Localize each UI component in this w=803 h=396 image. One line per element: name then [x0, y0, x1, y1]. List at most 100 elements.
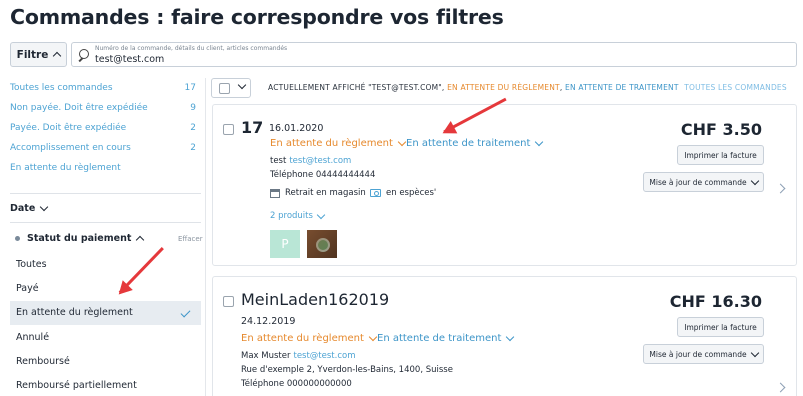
processing-status-dropdown[interactable]: En attente de traitement — [377, 332, 515, 344]
active-filter-payment[interactable]: EN ATTENTE DU RÈGLEMENT — [447, 83, 560, 92]
payment-status-toggle[interactable]: Statut du paiement — [15, 233, 145, 245]
chevron-up-icon — [136, 235, 145, 245]
customer-name: Max Muster — [241, 351, 291, 361]
chevron-right-icon[interactable] — [775, 382, 786, 393]
payment-option-label: En attente du règlement — [16, 307, 133, 318]
chevron-right-icon[interactable] — [775, 183, 786, 194]
chevron-down-icon — [40, 202, 49, 212]
active-filters-comma: , — [559, 83, 563, 92]
chevron-down-icon — [506, 332, 515, 342]
update-order-label: Mise à jour de commande — [649, 177, 747, 187]
chevron-down-icon — [316, 210, 326, 219]
panel-divider — [205, 78, 206, 396]
order-card: MeinLaden162019 24.12.2019 En attente du… — [212, 276, 797, 396]
chevron-down-icon — [368, 332, 378, 342]
sidebar-divider — [10, 193, 201, 194]
sidebar-item-all-orders[interactable]: Toutes les commandes 17 — [10, 83, 196, 97]
shipping-method-label: Retrait en magasin — [285, 188, 366, 198]
customer-name: test — [270, 156, 287, 166]
order-number[interactable]: MeinLaden162019 — [241, 290, 389, 309]
update-order-button[interactable]: Mise à jour de commande — [643, 172, 764, 192]
payment-status-dropdown[interactable]: En attente du règlement — [270, 137, 407, 149]
chevron-up-icon — [53, 51, 62, 61]
active-filters-prefix: ACTUELLEMENT AFFICHÉ "TEST@TEST.COM", — [268, 83, 445, 92]
print-invoice-button[interactable]: Imprimer la facture — [677, 145, 764, 165]
chevron-down-icon — [397, 137, 407, 147]
page-title: Commandes : faire correspondre vos filtr… — [10, 5, 504, 29]
sidebar-divider — [10, 222, 201, 223]
payment-status-label: Statut du paiement — [27, 233, 132, 244]
customer-phone: Téléphone 000000000000 — [241, 379, 352, 389]
chevron-down-icon — [535, 137, 544, 147]
payment-status-value: En attente du règlement — [241, 333, 364, 344]
sidebar-item-count: 2 — [190, 123, 196, 133]
payment-method: en espèces' — [370, 188, 436, 198]
customer-email-link[interactable]: test@test.com — [289, 156, 351, 166]
store-icon — [270, 188, 280, 198]
order-total: CHF 16.30 — [669, 292, 762, 311]
filter-toggle-button[interactable]: Filtre — [10, 42, 67, 67]
payment-option-all[interactable]: Toutes — [10, 253, 201, 277]
payment-option-refunded[interactable]: Remboursé — [10, 350, 201, 374]
processing-status-dropdown[interactable]: En attente de traitement — [406, 137, 544, 149]
customer-line: Max Muster test@test.com — [241, 351, 356, 361]
sidebar-item-paid-to-ship[interactable]: Payée. Doit être expédiée 2 — [10, 123, 196, 137]
check-icon — [180, 307, 191, 318]
search-input[interactable]: test@test.com — [95, 54, 164, 65]
sidebar-item-unpaid-to-ship[interactable]: Non payée. Doit être expédiée 9 — [10, 103, 196, 117]
update-order-label: Mise à jour de commande — [649, 349, 747, 359]
sidebar-item-fulfillment-in-progress[interactable]: Accomplissement en cours 2 — [10, 143, 196, 157]
customer-email-link[interactable]: test@test.com — [293, 351, 355, 361]
sidebar-item-label: Toutes les commandes — [10, 83, 113, 93]
sidebar-item-count: 2 — [190, 143, 196, 153]
order-date: 16.01.2020 — [269, 123, 324, 134]
product-thumbnail-placeholder[interactable]: P — [270, 230, 300, 258]
select-all-checkbox[interactable] — [219, 83, 230, 94]
payment-option-partially-refunded[interactable]: Remboursé partiellement — [10, 374, 201, 396]
sidebar-item-label: Payée. Doit être expédiée — [10, 123, 127, 133]
sidebar-item-label: Accomplissement en cours — [10, 143, 131, 153]
search-field[interactable]: Numéro de la commande, détails du client… — [71, 42, 797, 67]
order-card: 17 16.01.2020 En attente du règlement En… — [212, 104, 797, 266]
payment-status-dropdown[interactable]: En attente du règlement — [241, 332, 378, 344]
payment-option-cancelled[interactable]: Annulé — [10, 326, 201, 350]
active-filter-dot-icon — [15, 236, 20, 241]
search-placeholder: Numéro de la commande, détails du client… — [95, 45, 288, 52]
active-filters-bar: ACTUELLEMENT AFFICHÉ "TEST@TEST.COM", EN… — [268, 83, 787, 92]
shipping-method: Retrait en magasin — [270, 188, 366, 198]
clear-filter-link[interactable]: Effacer — [178, 235, 203, 243]
customer-address: Rue d'exemple 2, Yverdon-les-Bains, 1400… — [241, 365, 453, 375]
sidebar-item-count: 17 — [184, 83, 196, 93]
order-total: CHF 3.50 — [680, 120, 762, 139]
product-thumbnail-image[interactable] — [307, 230, 337, 258]
active-filter-processing[interactable]: EN ATTENTE DE TRAITEMENT — [565, 83, 679, 92]
customer-line: test test@test.com — [270, 156, 351, 166]
cash-icon — [370, 189, 381, 197]
date-filter-label: Date — [10, 203, 36, 214]
date-filter-toggle[interactable]: Date — [10, 202, 49, 214]
products-toggle[interactable]: 2 produits — [270, 210, 326, 221]
sidebar-item-awaiting-payment[interactable]: En attente du règlement — [10, 163, 196, 177]
search-icon — [79, 49, 89, 59]
sidebar-item-label: Non payée. Doit être expédiée — [10, 103, 148, 113]
processing-status-value: En attente de traitement — [377, 333, 502, 344]
bulk-select-dropdown[interactable] — [211, 78, 251, 98]
order-checkbox[interactable] — [223, 296, 234, 307]
payment-method-label: en espèces' — [386, 188, 437, 198]
sidebar-item-count: 9 — [190, 103, 196, 113]
products-toggle-label: 2 produits — [270, 211, 313, 221]
payment-option-paid[interactable]: Payé — [10, 277, 201, 301]
update-order-button[interactable]: Mise à jour de commande — [643, 344, 764, 364]
order-checkbox[interactable] — [223, 124, 234, 135]
chevron-down-icon — [750, 348, 759, 357]
payment-status-value: En attente du règlement — [270, 138, 393, 149]
order-number[interactable]: 17 — [241, 118, 263, 137]
all-orders-link[interactable]: TOUTES LES COMMANDES — [684, 83, 787, 92]
chevron-down-icon — [237, 80, 247, 90]
sidebar-item-label: En attente du règlement — [10, 163, 121, 173]
payment-option-awaiting-payment[interactable]: En attente du règlement — [10, 301, 201, 325]
print-invoice-button[interactable]: Imprimer la facture — [677, 317, 764, 337]
order-date: 24.12.2019 — [241, 316, 296, 327]
filter-toggle-label: Filtre — [16, 48, 49, 61]
processing-status-value: En attente de traitement — [406, 138, 531, 149]
